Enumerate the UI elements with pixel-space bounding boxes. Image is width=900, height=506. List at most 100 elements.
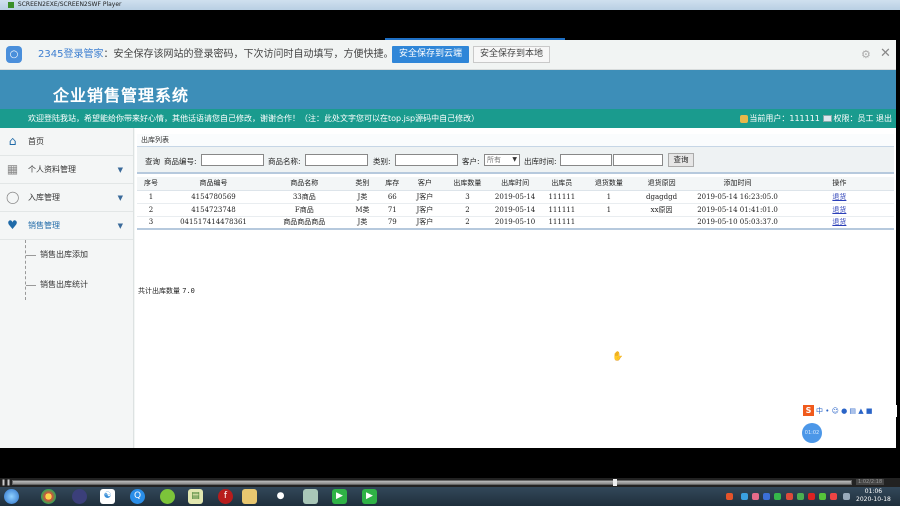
outbound-table: 序号 商品编号 商品名称 类别 库存 客户 出库数量 出库时间 出库员 退货数量 退货原因 添加时间操… [137,177,894,230]
table-cell: 33商品 [262,190,347,204]
table-cell: 2019-05-14 [491,203,539,217]
sidebar-subitem-label: 销售出库统计 [40,280,88,289]
wechat-icon[interactable] [303,489,318,504]
sales-submenu: 销售出库添加 销售出库统计 [25,240,243,300]
column-header: 类别 [346,177,379,191]
tray-sogou-icon[interactable] [726,493,733,500]
total-label: 共计出库数量 [138,287,180,295]
chrome-icon[interactable] [41,489,56,504]
tray-wechat-icon[interactable] [774,493,781,500]
chart-app-icon[interactable]: ▤ [188,489,203,504]
welcome-bar: 欢迎登陆我站，希望能给你带来好心情，其他话语请您自己修改，谢谢合作！（注：此处文… [0,109,896,128]
save-to-cloud-button[interactable]: 安全保存到云端 [392,46,469,63]
sidebar-item-stock-in[interactable]: ◯ 入库管理 ▼ [0,184,133,212]
column-header: 出库数量 [443,177,492,191]
tray-network-status-icon[interactable] [843,493,850,500]
column-header: 序号 [137,177,165,191]
start-orb[interactable] [4,489,19,504]
baidu-netdisk-icon[interactable]: ☯ [100,489,115,504]
product-name-label: 商品名称: [268,157,301,166]
green-app-icon[interactable] [160,489,175,504]
table-cell: 3 [137,216,165,230]
logout-link[interactable]: 退出 [876,114,892,123]
return-link[interactable]: 退货 [832,218,846,226]
product-name-input[interactable] [305,154,368,166]
screen-recorder-icon[interactable]: ▶ [332,489,347,504]
folder-icon[interactable] [242,489,257,504]
close-icon[interactable]: ✕ [880,46,891,61]
column-header: 客户 [406,177,444,191]
category-input[interactable] [395,154,458,166]
return-link[interactable]: 退货 [832,206,846,214]
table-cell: 4154780569 [164,190,262,204]
ime-toolbar[interactable]: S中 • ☺ ● ▤ ▲ ■ [803,405,897,417]
screen-recorder-icon-2[interactable]: ▶ [362,489,377,504]
return-action-cell: 退货 [784,216,894,230]
table-cell: J客户 [406,190,444,204]
flash-icon[interactable]: f [218,489,233,504]
current-user: 111111 [789,114,820,123]
sidebar-subitem-sales-stats[interactable]: 销售出库统计 [26,270,243,300]
table-cell: M类 [346,203,379,217]
tray-app-icon[interactable] [741,493,748,500]
ship-date-from-input[interactable] [560,154,612,166]
tray-app-icon[interactable] [786,493,793,500]
seek-handle[interactable] [613,479,617,486]
product-code-input[interactable] [201,154,264,166]
customer-select[interactable]: 所有 ▼ [484,154,520,166]
browser-viewport: ○ 2345登录管家：安全保存该网站的登录密码，下次访问时自动填写，方便快捷。 … [0,40,897,488]
clock-date: 2020-10-18 [856,496,891,503]
query-button[interactable]: 查询 [668,153,694,167]
table-cell: 2019-05-14 16:23:05.0 [690,190,785,204]
welcome-text: 欢迎登陆我站，希望能给你带来好心情，其他话语请您自己修改，谢谢合作！（注：此处文… [28,114,480,123]
chevron-down-icon: ▼ [117,222,123,230]
sidebar-item-home[interactable]: ⌂ 首页 [0,128,133,156]
password-save-message: 2345登录管家：安全保存该网站的登录密码，下次访问时自动填写，方便快捷。 [38,40,393,70]
sidebar-item-sales[interactable]: ♥ 销售管理 ▼ [0,212,133,240]
save-to-local-button[interactable]: 安全保存到本地 [473,46,550,63]
qq-icon[interactable]: ● [273,489,288,504]
return-action-cell: 退货 [784,203,894,217]
ship-date-to-input[interactable] [613,154,663,166]
table-cell: 2 [137,203,165,217]
table-cell: J客户 [406,203,444,217]
tray-shield-icon[interactable] [763,493,770,500]
query-label: 查询 [145,157,160,166]
column-header: 商品编号 [164,177,262,191]
column-header: 出库员 [538,177,585,191]
play-pause-icon[interactable]: ❚❚ [1,479,11,486]
category-label: 类别: [373,157,391,166]
table-cell: xx原因 [632,203,691,217]
tray-qq-icon[interactable] [808,493,815,500]
sidebar-item-profile[interactable]: ▦ 个人资料管理 ▼ [0,156,133,184]
taskbar-clock[interactable]: 01:06 2020-10-18 [856,488,891,504]
hand-cursor: ✋ [612,352,624,362]
table-cell [632,216,691,230]
tray-app-icon[interactable] [830,493,837,500]
table-cell: 111111 [538,216,585,230]
table-cell: F商品 [262,203,347,217]
tray-app-icon[interactable] [752,493,759,500]
return-link[interactable]: 退货 [832,193,846,201]
table-cell: 2 [443,203,492,217]
chat-icon: ◯ [6,190,20,204]
seek-bar[interactable] [12,480,852,485]
total-value: 7.0 [182,287,195,295]
table-cell: 2019-05-14 01:41:01.0 [690,203,785,217]
letterbox-bottom [0,448,900,478]
table-cell: 2019-05-10 05:03:37.0 [690,216,785,230]
table-cell: J客户 [406,216,444,230]
permission-value: 员工 [857,114,874,123]
qq-browser-icon[interactable]: Q [130,489,145,504]
column-header: 退货原因 [632,177,691,191]
clock-time: 01:06 [864,488,883,495]
tray-nvidia-icon[interactable] [819,493,826,500]
tray-network-icon[interactable] [797,493,804,500]
gear-icon[interactable]: ⚙ [861,48,871,61]
ime-mode: 中 [816,407,823,415]
column-header: 操作 [784,177,894,191]
customer-selected: 所有 [487,156,501,164]
sidebar-subitem-sales-add[interactable]: 销售出库添加 [26,240,133,270]
table-cell: 2 [443,216,492,230]
eclipse-icon[interactable] [72,489,87,504]
